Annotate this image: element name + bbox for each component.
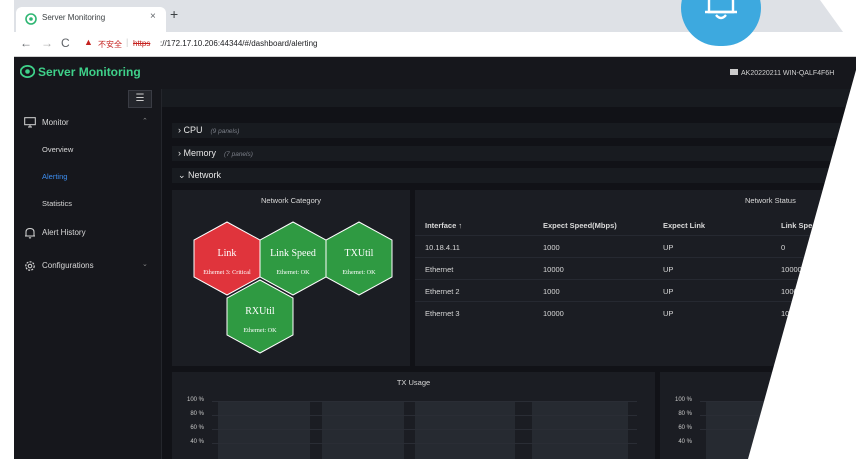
bell-icon — [705, 0, 737, 20]
page-edge-overlay — [748, 0, 856, 459]
